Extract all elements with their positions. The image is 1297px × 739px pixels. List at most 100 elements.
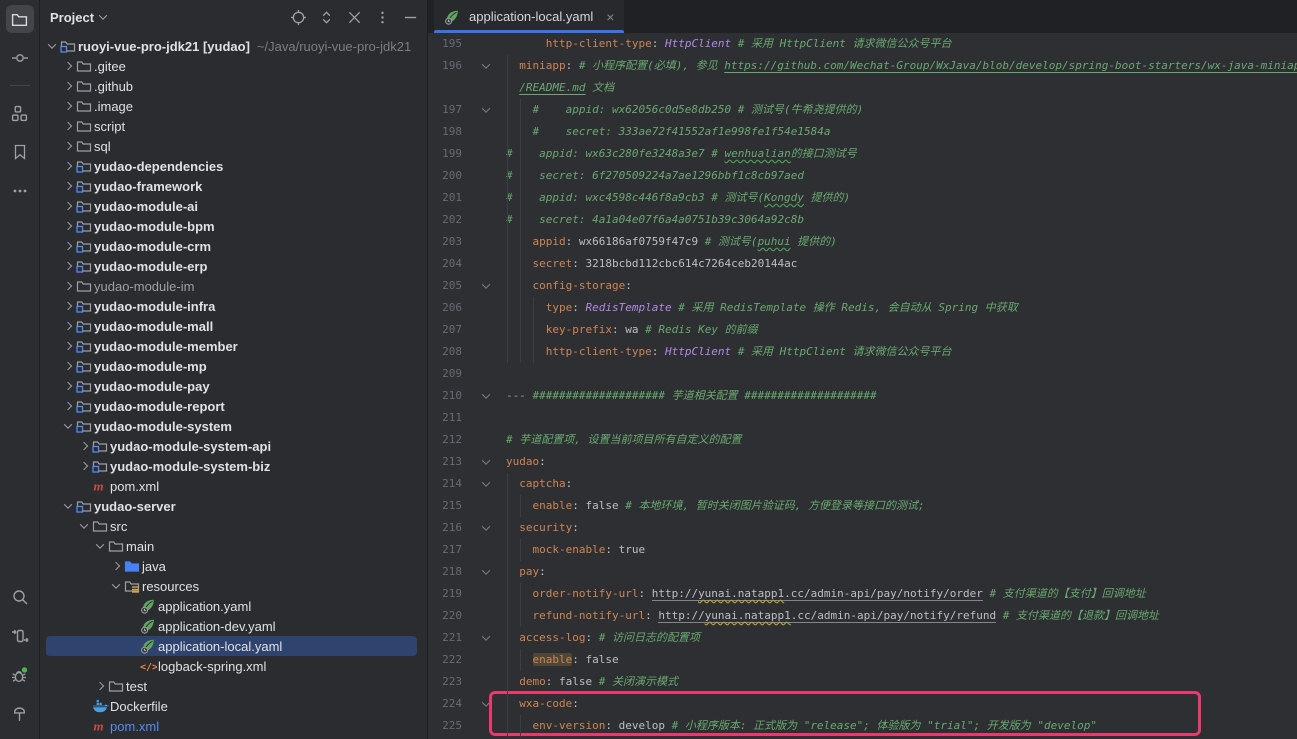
chevron-right-icon[interactable] xyxy=(60,158,76,174)
expand-icon[interactable] xyxy=(318,9,335,26)
code-line[interactable]: 205 config-storage: xyxy=(428,275,1297,297)
chevron-right-icon[interactable] xyxy=(60,198,76,214)
fold-chevron-icon[interactable] xyxy=(474,693,500,715)
code-line[interactable]: 213yudao: xyxy=(428,451,1297,473)
line-number[interactable]: 216 xyxy=(428,517,474,539)
tree-row[interactable]: application.yaml xyxy=(40,596,427,616)
tree-row[interactable]: yudao-module-system xyxy=(40,416,427,436)
tree-row[interactable]: test xyxy=(40,676,427,696)
code-line[interactable]: 210--- #################### 芋道相关配置 #####… xyxy=(428,385,1297,407)
chevron-right-icon[interactable] xyxy=(60,298,76,314)
line-number[interactable]: 213 xyxy=(428,451,474,473)
chevron-right-icon[interactable] xyxy=(108,558,124,574)
chevron-down-icon[interactable] xyxy=(60,498,76,514)
tree-row[interactable]: yudao-module-system-api xyxy=(40,436,427,456)
line-number[interactable]: 222 xyxy=(428,649,474,671)
chevron-right-icon[interactable] xyxy=(60,138,76,154)
services-icon[interactable] xyxy=(6,622,34,650)
line-number[interactable]: 214 xyxy=(428,473,474,495)
tree-row[interactable]: .github xyxy=(40,76,427,96)
line-number[interactable]: 200 xyxy=(428,165,474,187)
fold-chevron-icon[interactable] xyxy=(474,385,500,407)
tree-row[interactable]: </>logback-spring.xml xyxy=(40,656,427,676)
code-line[interactable]: 215 enable: false # 本地环境, 暂时关闭图片验证码, 方便登… xyxy=(428,495,1297,517)
fold-chevron-icon[interactable] xyxy=(474,517,500,539)
tree-row[interactable]: yudao-module-member xyxy=(40,336,427,356)
line-number[interactable]: 211 xyxy=(428,407,474,429)
tree-row[interactable]: java xyxy=(40,556,427,576)
chevron-right-icon[interactable] xyxy=(60,278,76,294)
bookmarks-icon[interactable] xyxy=(6,138,34,166)
debug-icon[interactable] xyxy=(6,661,34,689)
tree-row[interactable]: .image xyxy=(40,96,427,116)
line-number[interactable]: 205 xyxy=(428,275,474,297)
build-icon[interactable] xyxy=(6,700,34,728)
chevron-right-icon[interactable] xyxy=(60,118,76,134)
tree-row[interactable]: yudao-module-ai xyxy=(40,196,427,216)
tree-row[interactable]: ruoyi-vue-pro-jdk21 [yudao]~/Java/ruoyi-… xyxy=(40,36,427,56)
code-line[interactable]: 206 type: RedisTemplate # 采用 RedisTempla… xyxy=(428,297,1297,319)
chevron-down-icon[interactable] xyxy=(44,38,60,54)
tree-row[interactable]: main xyxy=(40,536,427,556)
tree-row[interactable]: yudao-module-erp xyxy=(40,256,427,276)
tree-row[interactable]: resources xyxy=(40,576,427,596)
tree-row[interactable]: yudao-module-mall xyxy=(40,316,427,336)
line-number[interactable]: 217 xyxy=(428,539,474,561)
tree-row[interactable]: Dockerfile xyxy=(40,696,427,716)
code-line[interactable]: 203 appid: wx66186af0759f47c9 # 测试号(puhu… xyxy=(428,231,1297,253)
chevron-down-icon[interactable] xyxy=(60,418,76,434)
line-number[interactable]: 198 xyxy=(428,121,474,143)
chevron-right-icon[interactable] xyxy=(60,318,76,334)
fold-chevron-icon[interactable] xyxy=(474,627,500,649)
chevron-right-icon[interactable] xyxy=(60,358,76,374)
code-line[interactable]: 225 env-version: develop # 小程序版本: 正式版为 "… xyxy=(428,715,1297,737)
more-tool-windows-icon[interactable] xyxy=(6,177,34,205)
tree-row[interactable]: yudao-framework xyxy=(40,176,427,196)
code-line[interactable]: 216 security: xyxy=(428,517,1297,539)
collapse-all-icon[interactable] xyxy=(346,9,363,26)
chevron-right-icon[interactable] xyxy=(60,178,76,194)
chevron-right-icon[interactable] xyxy=(60,378,76,394)
line-number[interactable]: 207 xyxy=(428,319,474,341)
code-line[interactable]: 209 xyxy=(428,363,1297,385)
commit-icon[interactable] xyxy=(6,44,34,72)
code-line[interactable]: 200# secret: 6f270509224a7ae1296bbf1c8cb… xyxy=(428,165,1297,187)
locate-file-icon[interactable] xyxy=(290,9,307,26)
tree-row[interactable]: application-local.yaml xyxy=(40,636,427,656)
line-number[interactable]: 196 xyxy=(428,55,474,77)
line-number[interactable]: 204 xyxy=(428,253,474,275)
tree-row[interactable]: yudao-dependencies xyxy=(40,156,427,176)
project-panel-title[interactable]: Project xyxy=(50,10,106,25)
tree-row[interactable]: yudao-module-infra xyxy=(40,296,427,316)
code-line[interactable]: 204 secret: 3218bcbd112cbc614c7264ceb201… xyxy=(428,253,1297,275)
line-number[interactable]: 210 xyxy=(428,385,474,407)
line-number[interactable]: 202 xyxy=(428,209,474,231)
line-number[interactable]: 203 xyxy=(428,231,474,253)
tree-row[interactable]: yudao-server xyxy=(40,496,427,516)
chevron-right-icon[interactable] xyxy=(60,98,76,114)
hide-panel-icon[interactable] xyxy=(402,9,419,26)
code-line[interactable]: /README.md 文档 xyxy=(428,77,1297,99)
line-number[interactable]: 218 xyxy=(428,561,474,583)
tree-row[interactable]: script xyxy=(40,116,427,136)
fold-chevron-icon[interactable] xyxy=(474,451,500,473)
code-line[interactable]: 199# appid: wx63c280fe3248a3e7 # wenhual… xyxy=(428,143,1297,165)
line-number[interactable]: 208 xyxy=(428,341,474,363)
code-area[interactable]: 195 http-client-type: HttpClient # 采用 Ht… xyxy=(428,33,1297,739)
code-line[interactable]: 218 pay: xyxy=(428,561,1297,583)
chevron-right-icon[interactable] xyxy=(60,398,76,414)
structure-icon[interactable] xyxy=(6,99,34,127)
line-number[interactable] xyxy=(428,77,474,99)
fold-chevron-icon[interactable] xyxy=(474,55,500,77)
code-line[interactable]: 197 # appid: wx62056c0d5e8db250 # 测试号(牛希… xyxy=(428,99,1297,121)
search-icon[interactable] xyxy=(6,583,34,611)
tree-row[interactable]: yudao-module-report xyxy=(40,396,427,416)
line-number[interactable]: 224 xyxy=(428,693,474,715)
tree-row[interactable]: sql xyxy=(40,136,427,156)
tree-row[interactable]: application-dev.yaml xyxy=(40,616,427,636)
code-line[interactable]: 217 mock-enable: true xyxy=(428,539,1297,561)
chevron-right-icon[interactable] xyxy=(60,218,76,234)
line-number[interactable]: 219 xyxy=(428,583,474,605)
code-line[interactable]: 207 key-prefix: wa # Redis Key 的前缀 xyxy=(428,319,1297,341)
fold-chevron-icon[interactable] xyxy=(474,99,500,121)
